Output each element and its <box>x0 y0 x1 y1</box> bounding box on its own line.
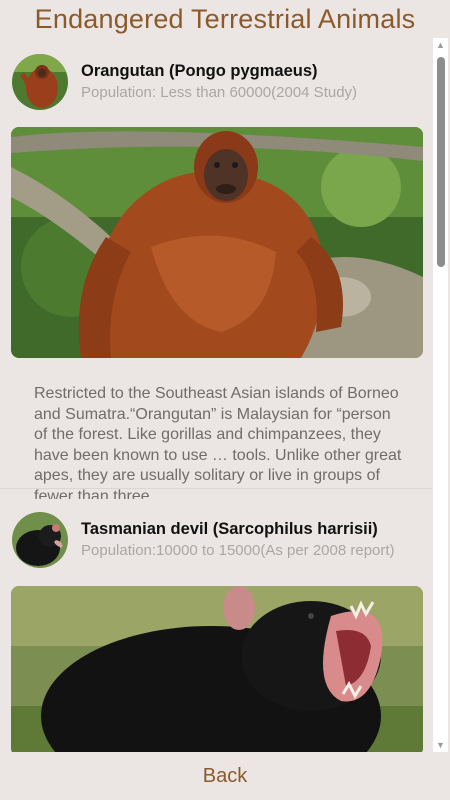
scroll-thumb[interactable] <box>437 57 445 267</box>
tasmanian-devil-photo <box>11 586 423 752</box>
scroll-down-icon[interactable]: ▼ <box>433 738 448 752</box>
animal-card-orangutan[interactable]: Orangutan (Pongo pygmaeus) Population: L… <box>0 38 432 499</box>
animal-card-tasmanian-devil[interactable]: Tasmanian devil (Sarcophilus harrisii) P… <box>0 496 432 752</box>
item-divider <box>0 488 432 489</box>
orangutan-avatar <box>12 54 68 110</box>
scroll-up-icon[interactable]: ▲ <box>433 38 448 52</box>
card-header: Orangutan (Pongo pygmaeus) Population: L… <box>0 38 432 110</box>
page-title: Endangered Terrestrial Animals <box>34 4 416 34</box>
card-header: Tasmanian devil (Sarcophilus harrisii) P… <box>0 496 432 568</box>
animal-population: Population: Less than 60000(2004 Study) <box>81 84 358 101</box>
animal-list[interactable]: Orangutan (Pongo pygmaeus) Population: L… <box>0 38 432 752</box>
animal-description: Restricted to the Southeast Asian island… <box>34 385 402 499</box>
orangutan-photo <box>11 127 423 358</box>
back-button[interactable]: Back <box>0 752 450 800</box>
tasmanian-devil-avatar <box>12 512 68 568</box>
animal-population: Population:10000 to 15000(As per 2008 re… <box>81 542 395 559</box>
vertical-scrollbar[interactable]: ▲ ▼ <box>433 38 448 752</box>
animal-name: Tasmanian devil (Sarcophilus harrisii) <box>81 520 378 538</box>
animal-name: Orangutan (Pongo pygmaeus) <box>81 62 318 80</box>
